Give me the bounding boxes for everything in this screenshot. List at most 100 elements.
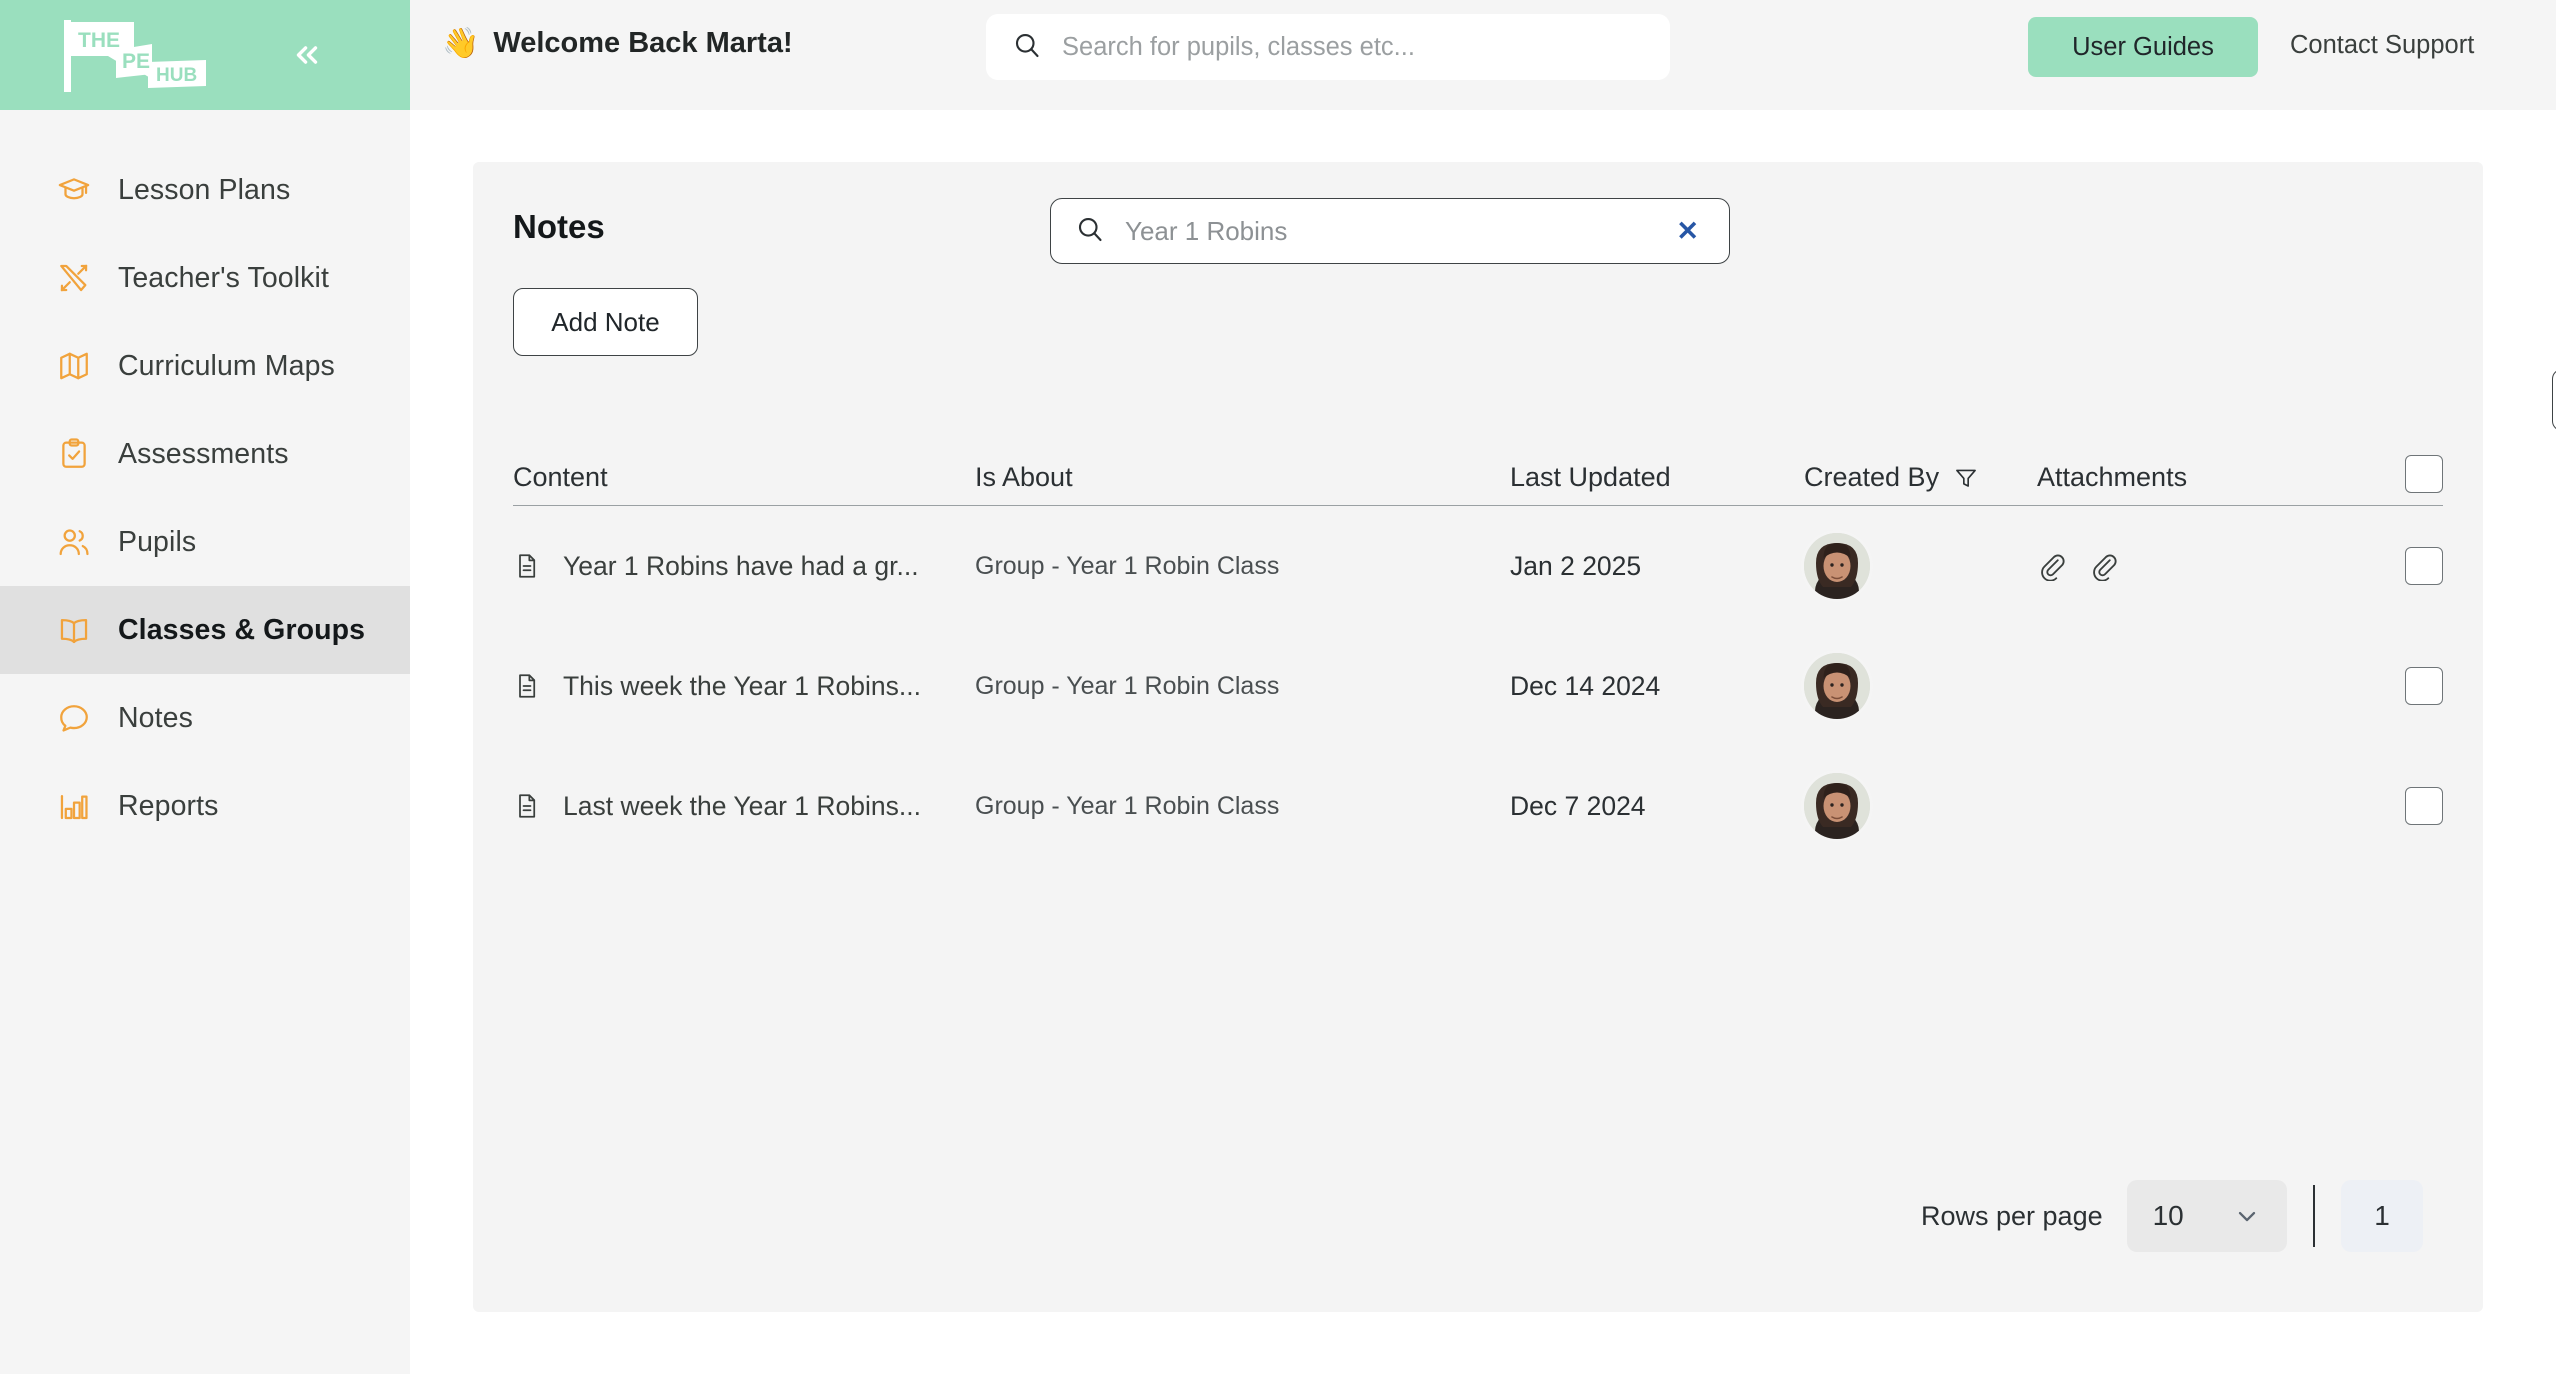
notes-search-input[interactable] [1125,215,1651,247]
cell-created-by [1804,533,2037,599]
cell-last-updated: Jan 2 2025 [1510,550,1642,581]
avatar [1804,773,1870,839]
sidebar-logo-bar: THE PE HUB [0,0,448,110]
users-icon [52,520,96,564]
sidebar-item-pupils[interactable]: Pupils [0,498,410,586]
table-row[interactable]: This week the Year 1 Robins... Group - Y… [513,626,2443,746]
cell-select [2337,787,2443,825]
sidebar-item-teachers-toolkit[interactable]: Teacher's Toolkit [0,234,410,322]
waving-hand-icon: 👋 [442,27,480,60]
chevron-down-icon [2233,1202,2261,1230]
global-search-input[interactable] [1062,32,1644,62]
notes-table: Content Is About Last Updated Created By [513,420,2443,866]
table-row[interactable]: Last week the Year 1 Robins... Group - Y… [513,746,2443,866]
sidebar-item-label: Curriculum Maps [118,349,335,382]
top-header: 👋 Welcome Back Marta! User Guides Contac… [410,0,2556,110]
tools-icon [52,256,96,300]
rows-per-page-select[interactable]: 10 [2126,1180,2287,1252]
sidebar-collapse-button[interactable] [282,32,332,78]
page-title: Notes [513,208,605,245]
sidebar-item-assessments[interactable]: Assessments [0,410,410,498]
sort-button[interactable] [2552,369,2556,431]
column-header-created-by[interactable]: Created By [1804,462,2037,493]
rows-per-page-label: Rows per page [1921,1200,2103,1231]
sidebar: THE PE HUB Lesson Plans Teacher's Toolki… [0,0,448,1374]
cell-is-about: Group - Year 1 Robin Class [975,791,1280,820]
cell-content[interactable]: Last week the Year 1 Robins... [513,791,975,822]
note-content-text: Year 1 Robins have had a gr... [563,550,919,581]
sidebar-item-reports[interactable]: Reports [0,762,410,850]
sidebar-item-label: Classes & Groups [118,613,366,646]
avatar [1804,653,1870,719]
clear-search-icon[interactable]: ✕ [1670,214,1705,249]
sidebar-item-label: Teacher's Toolkit [118,261,329,294]
bar-chart-icon [52,784,96,828]
document-icon [513,672,541,700]
sidebar-item-label: Notes [118,701,193,734]
rows-per-page-value: 10 [2152,1200,2184,1231]
search-icon [1012,30,1042,65]
table-row[interactable]: Year 1 Robins have had a gr... Group - Y… [513,506,2443,626]
sidebar-item-label: Reports [118,789,219,822]
sidebar-item-classes-and-groups[interactable]: Classes & Groups [0,586,410,674]
contact-support-link[interactable]: Contact Support [2290,31,2474,60]
sidebar-item-label: Pupils [118,525,197,558]
sidebar-item-label: Lesson Plans [118,173,291,206]
paperclip-icon[interactable] [2089,551,2119,581]
note-content-text: This week the Year 1 Robins... [563,670,921,701]
cell-select [2337,667,2443,705]
current-page-box[interactable]: 1 [2341,1180,2423,1252]
cell-is-about: Group - Year 1 Robin Class [975,671,1280,700]
pagination: Rows per page 10 1 [1921,1180,2423,1252]
cell-content[interactable]: Year 1 Robins have had a gr... [513,551,975,582]
row-checkbox[interactable] [2405,667,2443,705]
pagination-divider [2312,1185,2315,1247]
welcome-message: 👋 Welcome Back Marta! [442,26,793,61]
paperclip-icon[interactable] [2037,551,2067,581]
cell-created-by [1804,653,2037,719]
sidebar-item-label: Assessments [118,437,289,470]
sidebar-item-curriculum-maps[interactable]: Curriculum Maps [0,322,410,410]
graduation-cap-icon [52,168,96,212]
current-page-number: 1 [2374,1200,2390,1231]
cell-last-updated: Dec 14 2024 [1510,670,1661,701]
row-checkbox[interactable] [2405,547,2443,585]
add-note-button[interactable]: Add Note [513,288,698,356]
svg-text:THE: THE [78,29,120,52]
cell-attachments [2037,551,2337,581]
the-pe-hub-logo[interactable]: THE PE HUB [56,16,256,94]
speech-bubble-icon [52,696,96,740]
cell-content[interactable]: This week the Year 1 Robins... [513,671,975,702]
open-book-icon [52,608,96,652]
column-header-last-updated[interactable]: Last Updated [1510,462,1804,493]
welcome-text: Welcome Back Marta! [493,27,793,59]
table-header-row: Content Is About Last Updated Created By [513,420,2443,506]
global-search-box[interactable] [986,14,1670,80]
cell-select [2337,547,2443,585]
svg-text:HUB: HUB [156,65,197,86]
funnel-filter-icon[interactable] [1953,465,1979,491]
sidebar-nav: Lesson Plans Teacher's Toolkit Curriculu… [0,146,410,850]
notes-search-box[interactable]: ✕ [1050,198,1730,264]
column-header-content[interactable]: Content [513,462,975,493]
sidebar-item-lesson-plans[interactable]: Lesson Plans [0,146,410,234]
avatar [1804,533,1870,599]
search-icon [1075,214,1105,249]
map-icon [52,344,96,388]
cell-is-about: Group - Year 1 Robin Class [975,551,1280,580]
document-icon [513,792,541,820]
chevron-double-left-icon [296,46,318,64]
sidebar-item-notes[interactable]: Notes [0,674,410,762]
clipboard-check-icon [52,432,96,476]
svg-text:PE: PE [122,50,150,73]
select-all-checkbox[interactable] [2405,455,2443,493]
select-all-column [2337,455,2443,493]
document-icon [513,552,541,580]
note-content-text: Last week the Year 1 Robins... [563,790,921,821]
row-checkbox[interactable] [2405,787,2443,825]
cell-last-updated: Dec 7 2024 [1510,790,1646,821]
user-guides-button[interactable]: User Guides [2028,17,2258,77]
column-header-is-about[interactable]: Is About [975,462,1510,493]
column-header-attachments[interactable]: Attachments [2037,462,2337,493]
cell-created-by [1804,773,2037,839]
